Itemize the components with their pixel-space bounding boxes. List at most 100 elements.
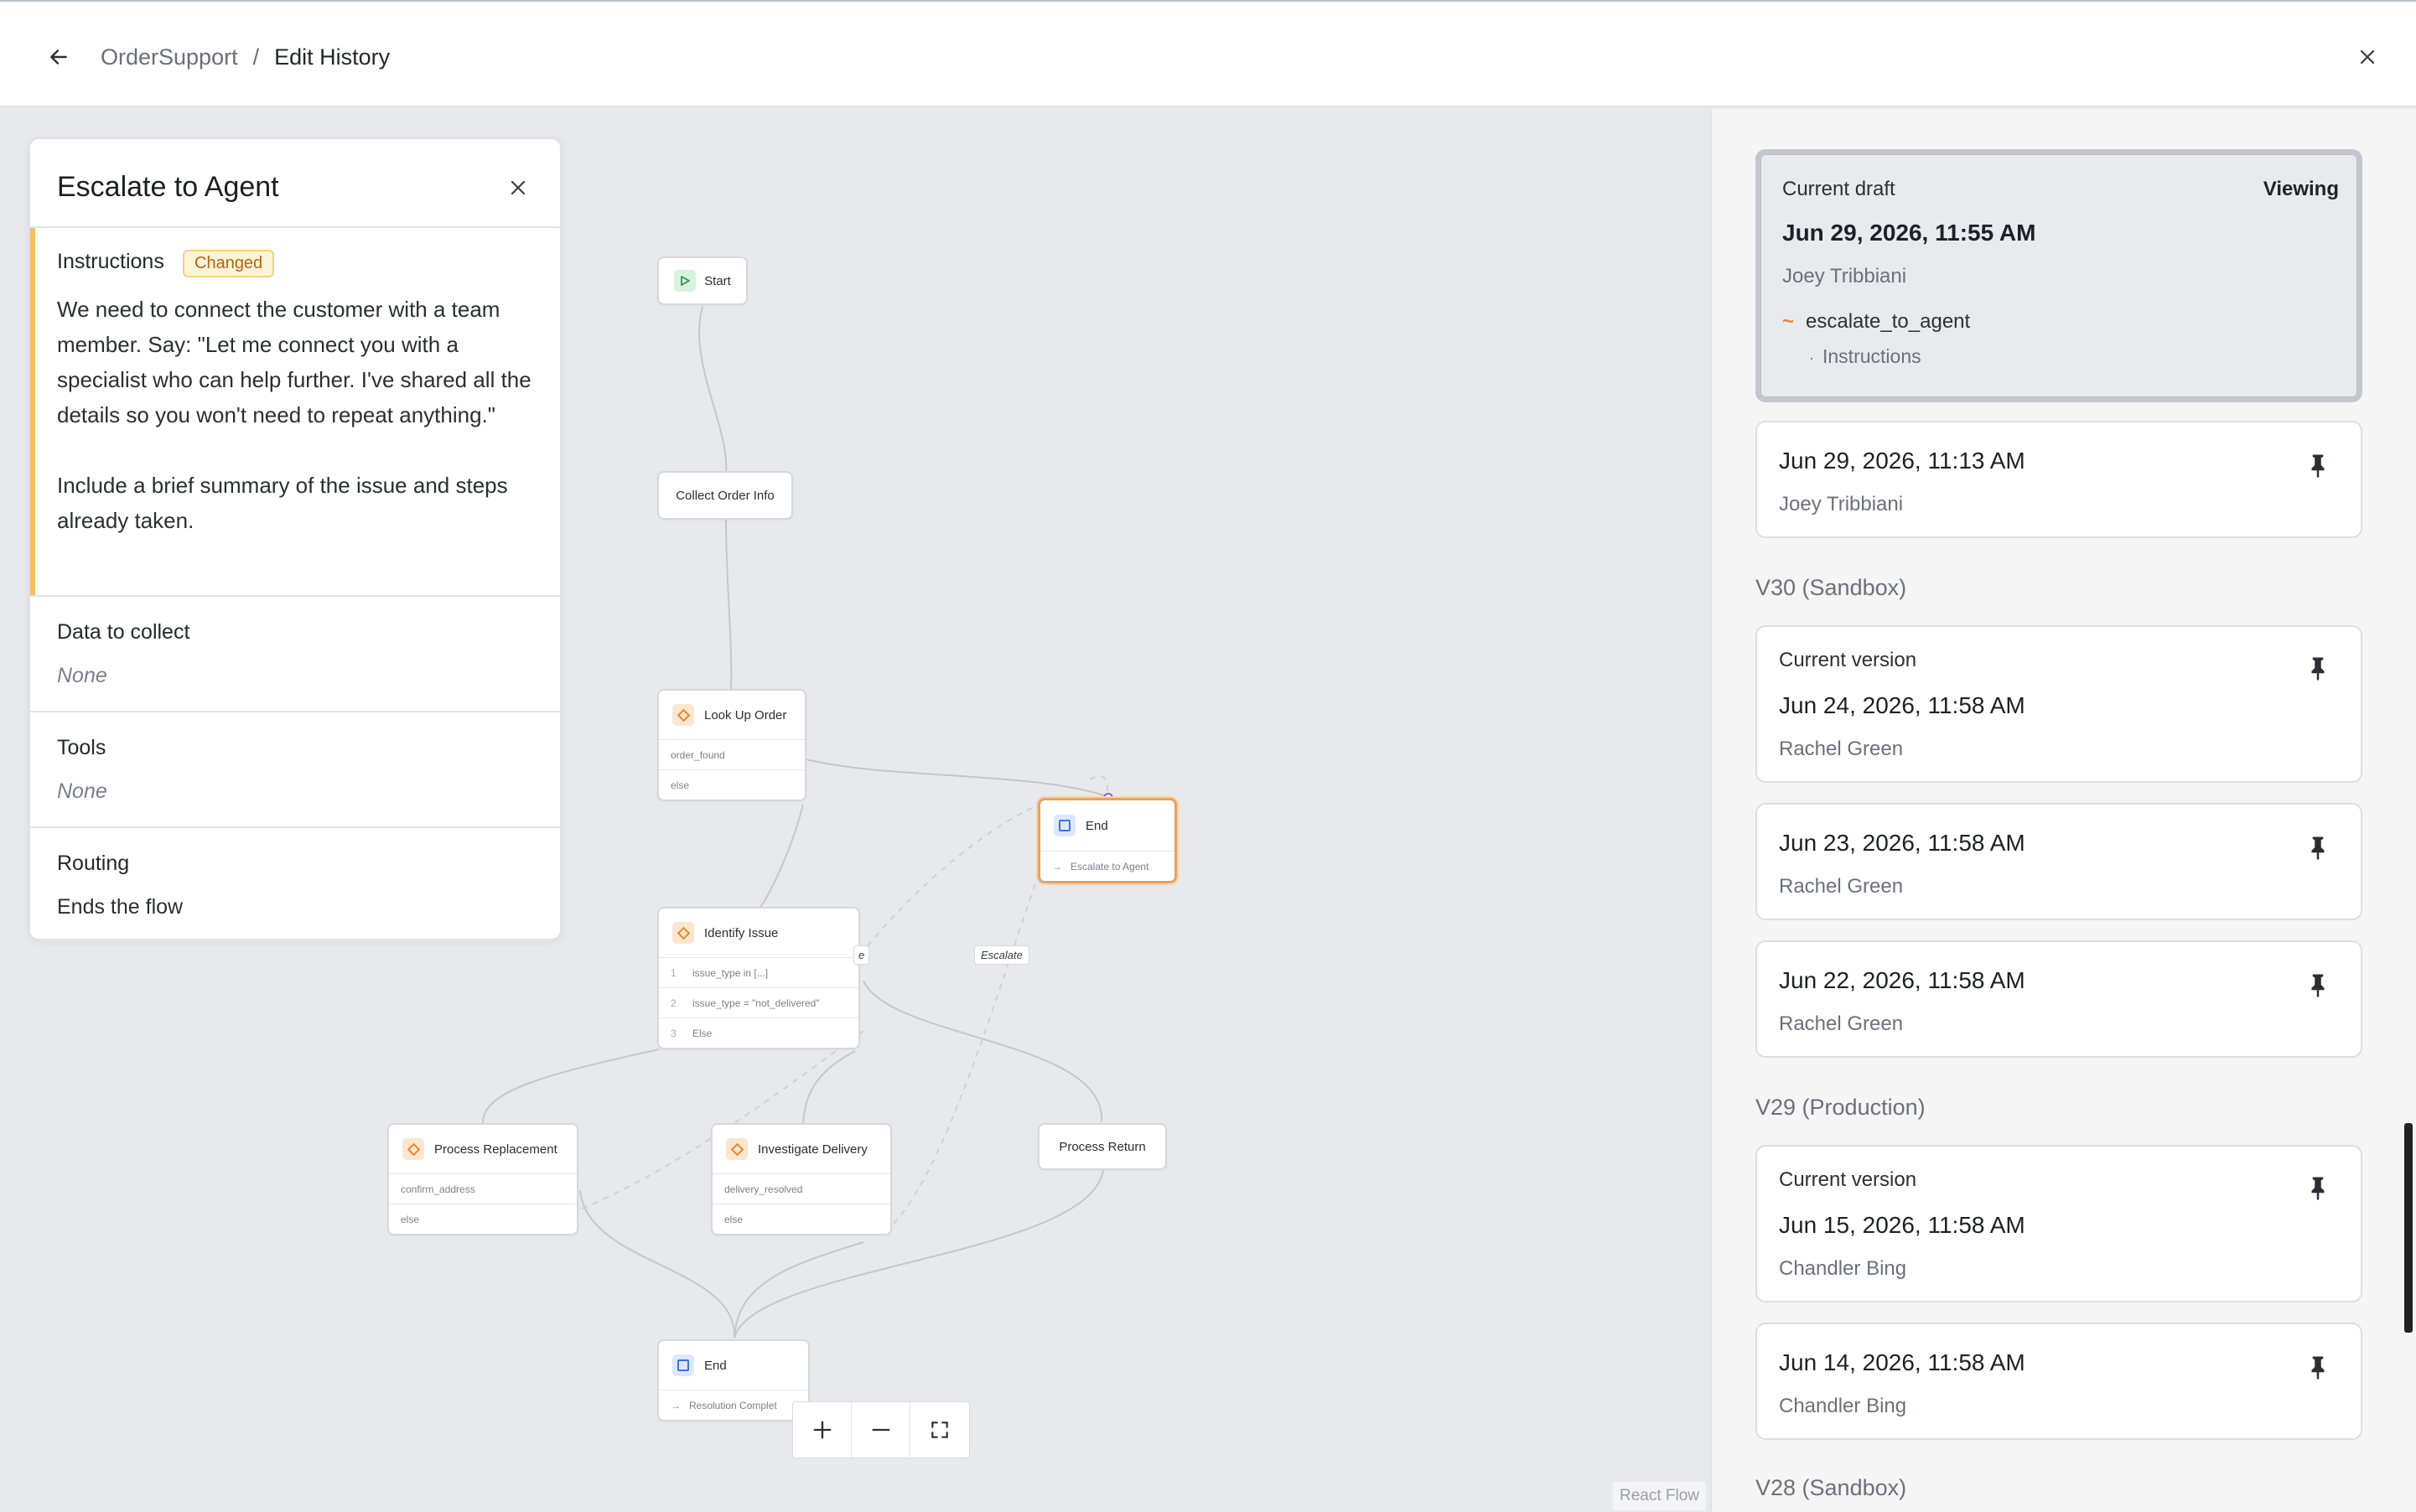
edge-identify-investigate: [802, 1050, 856, 1124]
sidebar-scrollbar[interactable]: [2404, 1123, 2413, 1333]
edge-label-partial: e: [853, 945, 870, 965]
history-author: Rachel Green: [1779, 875, 1904, 898]
history-card[interactable]: Jun 22, 2026, 11:58 AM Rachel Green: [1755, 940, 2362, 1058]
breadcrumb-current: Edit History: [274, 44, 391, 70]
pin-icon[interactable]: [2307, 1175, 2329, 1200]
changed-badge: Changed: [183, 250, 275, 277]
history-card[interactable]: Jun 14, 2026, 11:58 AM Chandler Bing: [1755, 1323, 2362, 1440]
end-icon: [672, 1354, 694, 1376]
node-start[interactable]: Start: [657, 256, 748, 305]
investigate-branch-label: delivery_resolved: [724, 1183, 803, 1195]
instructions-section: Instructions Changed We need to connect …: [30, 226, 560, 597]
node-start-label: Start: [704, 273, 731, 288]
history-author: Joey Tribbiani: [1779, 493, 1904, 515]
identify-branch-row: 3 Else: [659, 1017, 858, 1048]
history-sidebar[interactable]: Current draft Viewing Jun 29, 2026, 11:5…: [1710, 109, 2416, 1512]
branch-number: 3: [671, 1027, 677, 1039]
instructions-label: Instructions: [57, 250, 164, 273]
tools-label: Tools: [57, 736, 106, 759]
pin-icon[interactable]: [2307, 453, 2329, 478]
routing-section: Routing Ends the flow: [30, 826, 560, 939]
node-investigate-delivery[interactable]: Investigate Delivery delivery_resolved e…: [711, 1123, 892, 1235]
replacement-branch-row: confirm_address: [389, 1173, 577, 1204]
close-icon: [2360, 49, 2375, 65]
edit-history-app: OrderSupport / Edit History Start Collec…: [0, 0, 2416, 1512]
tools-section: Tools None: [30, 711, 560, 826]
plus-icon: [813, 1421, 831, 1439]
history-card[interactable]: Current version Jun 15, 2026, 11:58 AM C…: [1755, 1145, 2362, 1302]
history-card-current-draft[interactable]: Current draft Viewing Jun 29, 2026, 11:5…: [1755, 149, 2362, 402]
close-history-button[interactable]: [2351, 40, 2384, 74]
history-card[interactable]: Current version Jun 24, 2026, 11:58 AM R…: [1755, 625, 2362, 783]
branch-condition: Else: [692, 1027, 713, 1039]
node-process-return[interactable]: Process Return: [1038, 1123, 1167, 1170]
replacement-branch-row: else: [389, 1204, 577, 1234]
data-to-collect-section: Data to collect None: [30, 595, 560, 711]
zoom-in-button[interactable]: [793, 1402, 852, 1458]
history-date: Jun 15, 2026, 11:58 AM: [1779, 1212, 2025, 1238]
change-field-name: Instructions: [1822, 345, 1921, 367]
investigate-branch-row: delivery_resolved: [713, 1173, 890, 1204]
branch-condition: issue_type = "not_delivered": [692, 997, 820, 1009]
node-look-up-order[interactable]: Look Up Order order_found else: [657, 689, 806, 801]
react-flow-attribution[interactable]: React Flow: [1613, 1482, 1707, 1510]
condition-icon: [672, 922, 694, 944]
lookup-branch-row: else: [659, 769, 805, 800]
arrow-left-icon: [50, 49, 67, 65]
panel-close-button[interactable]: [501, 171, 535, 205]
end-icon: [1054, 815, 1076, 836]
history-card[interactable]: Jun 23, 2026, 11:58 AM Rachel Green: [1755, 803, 2362, 920]
lookup-branch-label: order_found: [671, 748, 725, 761]
routing-label: Routing: [57, 852, 130, 875]
node-lookup-title: Look Up Order: [704, 707, 787, 722]
branch-condition: issue_type in [...]: [692, 966, 769, 979]
history-author: Rachel Green: [1779, 1012, 1904, 1035]
branch-number: 1: [671, 966, 677, 979]
node-process-replacement[interactable]: Process Replacement confirm_address else: [387, 1123, 578, 1235]
history-author: Joey Tribbiani: [1782, 265, 1907, 287]
routing-value: Ends the flow: [57, 895, 184, 919]
pin-icon[interactable]: [2307, 835, 2329, 860]
condition-icon: [726, 1138, 748, 1160]
breadcrumb: OrderSupport / Edit History: [101, 40, 390, 74]
tools-value: None: [57, 779, 107, 803]
edge-label-escalate: Escalate: [974, 945, 1029, 965]
pin-icon[interactable]: [2307, 972, 2329, 997]
identify-branch-row: 1 issue_type in [...]: [659, 957, 858, 987]
top-bar: OrderSupport / Edit History: [0, 0, 2416, 107]
edge-identify-return: [863, 980, 1103, 1122]
node-return-label: Process Return: [1059, 1139, 1146, 1154]
pin-icon[interactable]: [2307, 655, 2329, 681]
breadcrumb-separator: /: [252, 44, 260, 70]
investigate-branch-row: else: [713, 1204, 890, 1234]
breadcrumb-root-link[interactable]: OrderSupport: [101, 44, 238, 70]
edge-identify-replacement: [481, 1049, 660, 1124]
current-version-label: Current version: [1779, 649, 1917, 671]
back-button[interactable]: [42, 40, 75, 74]
fit-view-button[interactable]: [910, 1402, 969, 1458]
edge-collect-lookup: [725, 519, 733, 690]
end-escalate-sub-row: → Escalate to Agent: [1040, 851, 1174, 881]
panel-title: Escalate to Agent: [57, 171, 279, 203]
data-to-collect-label: Data to collect: [57, 620, 190, 644]
fullscreen-icon: [931, 1421, 948, 1438]
replacement-branch-label: confirm_address: [401, 1183, 475, 1195]
version-group-heading: V29 (Production): [1755, 1095, 1926, 1120]
version-group-heading: V30 (Sandbox): [1755, 575, 1907, 600]
node-end-resolution[interactable]: End → Resolution Complet: [657, 1339, 810, 1421]
play-icon: [674, 270, 697, 292]
node-end-escalate-title: End: [1086, 818, 1108, 833]
node-collect-order-info[interactable]: Collect Order Info: [657, 471, 793, 520]
history-author: Rachel Green: [1779, 738, 1904, 760]
node-end-escalate[interactable]: End → Escalate to Agent: [1038, 798, 1177, 883]
bullet-icon: ·: [1809, 350, 1814, 366]
data-to-collect-value: None: [57, 664, 107, 687]
edge-lookup-identify: [758, 804, 804, 909]
zoom-controls: [792, 1401, 970, 1458]
node-identify-issue[interactable]: Identify Issue 1 issue_type in [...] 2 iss…: [657, 907, 860, 1049]
history-card[interactable]: Jun 29, 2026, 11:13 AM Joey Tribbiani: [1755, 421, 2362, 538]
zoom-out-button[interactable]: [852, 1402, 910, 1458]
pin-icon[interactable]: [2307, 1354, 2329, 1380]
minus-icon: [872, 1428, 889, 1432]
edge-start-collect: [698, 306, 728, 472]
